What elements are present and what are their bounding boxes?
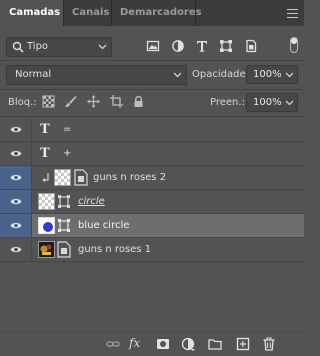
fill-input[interactable]: 100% [246, 93, 298, 112]
layers-panel: Camadas Canais Demarcadores Tipo Normal … [0, 0, 304, 356]
layer-row-equals[interactable]: T = [0, 118, 304, 142]
filter-kind-label: Tipo [27, 41, 49, 52]
panel-menu-icon[interactable] [287, 9, 298, 18]
layer-list: T = T + guns n roses 2 circle blue circl… [0, 118, 304, 262]
tab-layers[interactable]: Camadas [0, 0, 63, 26]
adjustment-filter-icon[interactable] [171, 39, 185, 53]
new-group-icon[interactable] [208, 337, 222, 351]
clipping-arrow-icon [42, 173, 49, 183]
eye-icon [10, 246, 22, 253]
visibility-toggle[interactable] [0, 190, 31, 213]
layer-thumbnail [38, 241, 55, 258]
new-layer-icon[interactable] [236, 337, 250, 351]
visibility-toggle[interactable] [0, 214, 31, 237]
fill-label: Preen.: [210, 97, 245, 108]
chevron-down-icon [285, 72, 294, 78]
blend-mode-select[interactable]: Normal [6, 65, 187, 85]
tab-paths[interactable]: Demarcadores [111, 0, 202, 26]
eye-icon [10, 174, 22, 181]
type-filter-icon[interactable] [195, 39, 209, 53]
lock-all-icon[interactable] [132, 95, 145, 108]
visibility-toggle[interactable] [0, 118, 31, 141]
tab-channels[interactable]: Canais [63, 0, 111, 26]
text-layer-icon: T [40, 122, 50, 137]
filter-toggle-switch[interactable] [290, 37, 298, 53]
new-adjustment-icon[interactable] [181, 337, 195, 351]
vector-mask-icon [58, 195, 70, 208]
blend-mode-label: Normal [15, 69, 52, 80]
shape-filter-icon[interactable] [219, 39, 233, 53]
layer-name: guns n roses 1 [78, 244, 152, 255]
chevron-down-icon [285, 100, 294, 106]
layer-row-guns-n-roses-1[interactable]: guns n roses 1 [0, 238, 304, 262]
layer-row-plus[interactable]: T + [0, 142, 304, 166]
lock-artboard-icon[interactable] [110, 95, 123, 108]
text-layer-icon: T [40, 146, 50, 161]
layers-bottom-bar [0, 334, 304, 356]
lock-transparent-pixels-icon[interactable] [42, 95, 55, 108]
visibility-toggle[interactable] [0, 142, 31, 165]
add-mask-icon[interactable] [156, 337, 170, 351]
layer-row-guns-n-roses-2[interactable]: guns n roses 2 [0, 166, 304, 190]
layer-name: blue circle [78, 220, 130, 231]
chevron-down-icon [98, 44, 107, 50]
chevron-down-icon [173, 72, 182, 78]
eye-icon [10, 198, 22, 205]
smart-object-icon [74, 169, 88, 186]
layer-name: + [63, 148, 72, 159]
search-icon [12, 41, 24, 53]
smart-object-icon [57, 241, 71, 258]
layer-thumbnail [38, 193, 55, 210]
lock-position-icon[interactable] [87, 95, 100, 108]
panel-tab-bar: Camadas Canais Demarcadores [0, 0, 304, 26]
fill-value: 100% [253, 97, 282, 108]
lock-label: Bloq.: [8, 97, 37, 108]
layer-name: circle [78, 196, 105, 207]
layer-name: = [63, 124, 72, 135]
vector-mask-icon [58, 219, 70, 232]
opacity-value: 100% [253, 69, 282, 80]
layer-row-blue-circle[interactable]: blue circle [0, 214, 304, 238]
layer-thumbnail [54, 169, 71, 186]
eye-icon [10, 126, 22, 133]
opacity-label: Opacidade: [192, 69, 249, 80]
layer-row-circle[interactable]: circle [0, 190, 304, 214]
smart-object-filter-icon[interactable] [244, 39, 258, 53]
opacity-input[interactable]: 100% [246, 65, 298, 84]
eye-icon [10, 150, 22, 157]
link-layers-icon[interactable] [106, 337, 120, 351]
visibility-toggle[interactable] [0, 238, 31, 261]
layer-name: guns n roses 2 [93, 172, 167, 183]
fx-icon[interactable]: fx [129, 336, 140, 350]
filter-kind-select[interactable]: Tipo [6, 37, 112, 57]
pixel-filter-icon[interactable] [146, 39, 160, 53]
layer-thumbnail [38, 217, 55, 234]
lock-image-pixels-icon[interactable] [64, 95, 77, 108]
visibility-toggle[interactable] [0, 166, 31, 189]
eye-icon [10, 222, 22, 229]
delete-layer-icon[interactable] [262, 337, 276, 351]
